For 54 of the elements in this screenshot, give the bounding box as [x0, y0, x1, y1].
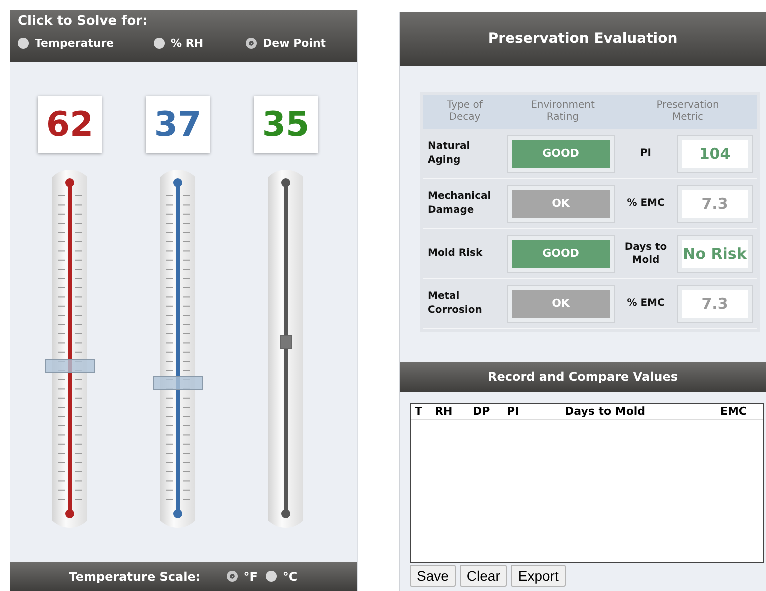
- radio-button[interactable]: [266, 571, 277, 582]
- column-header: Type of Decay: [446, 100, 484, 124]
- rating-badge: OK: [512, 190, 610, 218]
- radio-option[interactable]: °F: [226, 570, 258, 584]
- decay-type: Mold Risk: [427, 246, 484, 260]
- column-header: Environment Rating: [530, 100, 596, 124]
- radio-option[interactable]: % RH: [154, 37, 246, 50]
- radio-button[interactable]: [246, 38, 257, 49]
- column-header: T: [415, 405, 424, 418]
- metric-label: Days to Mold: [624, 240, 668, 266]
- action-button[interactable]: Clear: [460, 565, 508, 587]
- column-header: EMC: [719, 405, 748, 418]
- radio-button[interactable]: [226, 571, 238, 582]
- radio-option[interactable]: Dew Point: [246, 37, 326, 50]
- radio-button[interactable]: [154, 38, 165, 49]
- panel-title: Record and Compare Values: [488, 370, 678, 384]
- slider-thumb[interactable]: [45, 359, 95, 374]
- radio-option[interactable]: Temperature: [18, 37, 154, 50]
- decay-type: Metal Corrosion: [427, 290, 484, 317]
- radio-label: Temperature: [35, 37, 114, 50]
- radio-option[interactable]: °C: [266, 570, 298, 584]
- value-display: 35: [254, 96, 318, 153]
- decay-type: Natural Aging: [427, 140, 472, 167]
- slider-thumb[interactable]: [280, 335, 292, 350]
- value-display: 37: [146, 96, 210, 153]
- radio-button[interactable]: [18, 38, 29, 49]
- metric-value: 104: [682, 140, 748, 168]
- slider-thumb[interactable]: [153, 376, 203, 390]
- column-header: RH: [435, 405, 454, 418]
- rating-badge: GOOD: [512, 140, 610, 168]
- value-display: 62: [38, 96, 102, 153]
- radio-label: Dew Point: [263, 37, 326, 50]
- radio-label: °C: [282, 570, 298, 584]
- action-button[interactable]: Export: [511, 565, 566, 587]
- records-list[interactable]: T RH DP PI Days to Mold EMC: [410, 403, 764, 563]
- scale-label: Temperature Scale:: [69, 570, 201, 584]
- panel-title: Preservation Evaluation: [488, 31, 678, 47]
- metric-label: PI: [639, 147, 653, 160]
- action-button[interactable]: Save: [410, 565, 456, 587]
- metric-label: % EMC: [626, 297, 666, 310]
- radio-label: °F: [244, 570, 258, 584]
- radio-label: % RH: [171, 37, 204, 50]
- metric-value: No Risk: [682, 240, 748, 268]
- column-header: PI: [507, 405, 520, 418]
- metric-value: 7.3: [682, 190, 748, 218]
- metric-value: 7.3: [682, 290, 748, 318]
- column-header: DP: [473, 405, 492, 418]
- column-header: Days to Mold: [565, 405, 647, 418]
- decay-type: Mechanical Damage: [427, 190, 492, 217]
- column-header: Preservation Metric: [656, 100, 720, 124]
- rating-badge: OK: [512, 290, 610, 318]
- metric-label: % EMC: [626, 197, 666, 210]
- rating-badge: GOOD: [512, 240, 610, 268]
- solve-title: Click to Solve for:: [18, 14, 149, 29]
